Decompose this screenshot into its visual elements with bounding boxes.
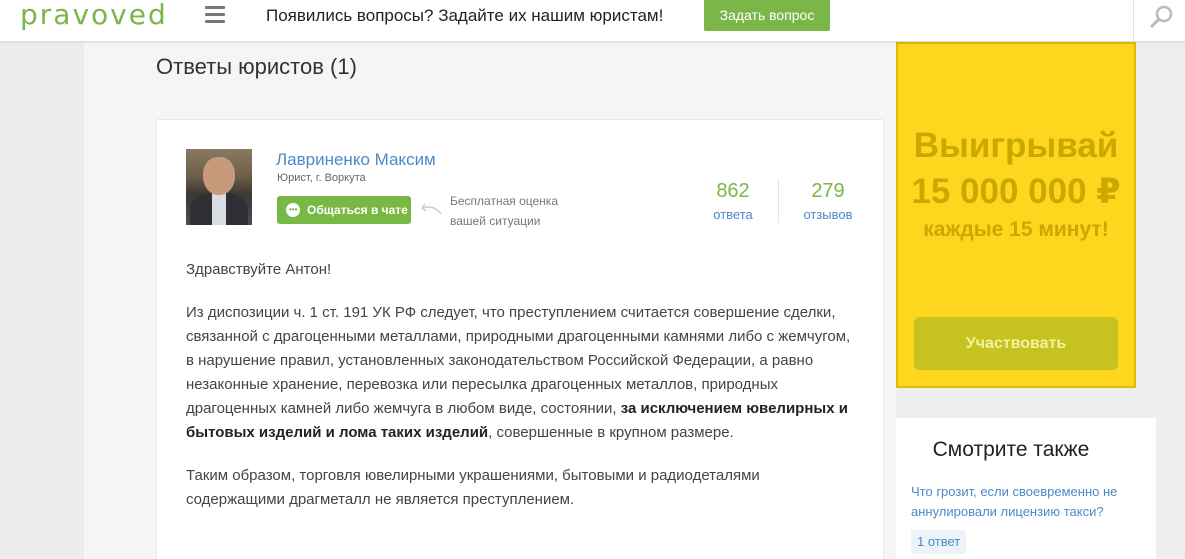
stat-answers[interactable]: 862 ответа bbox=[693, 180, 773, 222]
stat-answers-value: 862 bbox=[716, 180, 750, 202]
answer-greeting: Здравствуйте Антон! bbox=[186, 261, 332, 278]
right-gutter bbox=[1156, 42, 1185, 559]
lawyer-role: Юрист, г. Воркута bbox=[277, 172, 366, 184]
free-evaluation-note: Бесплатная оценка вашей ситуации bbox=[450, 191, 580, 231]
stat-reviews[interactable]: 279 отзывов bbox=[788, 180, 868, 222]
see-also-link[interactable]: Что грозит, если своевременно не аннулир… bbox=[911, 482, 1141, 522]
chat-button[interactable]: ••• Общаться в чате bbox=[277, 196, 411, 224]
free-eval-line2: вашей ситуации bbox=[450, 214, 541, 228]
answer-text: Здравствуйте Антон! Из диспозиции ч. 1 с… bbox=[186, 258, 856, 531]
answer-text-part: , совершенные в крупном размере. bbox=[488, 424, 734, 441]
page-title: Ответы юристов (1) bbox=[156, 54, 357, 79]
participate-button[interactable]: Участвовать bbox=[914, 317, 1118, 370]
chat-button-label: Общаться в чате bbox=[307, 203, 408, 217]
free-eval-line1: Бесплатная оценка bbox=[450, 194, 558, 208]
avatar[interactable] bbox=[186, 149, 252, 225]
ask-question-button[interactable]: Задать вопрос bbox=[704, 0, 830, 31]
ad-title: Выигрывай bbox=[913, 126, 1119, 165]
ad-banner[interactable]: Выигрывай 15 000 000 ₽ каждые 15 минут! … bbox=[896, 42, 1136, 388]
stat-reviews-label[interactable]: отзывов bbox=[788, 207, 868, 222]
left-gutter bbox=[0, 42, 84, 559]
ad-prize: 15 000 000 ₽ bbox=[911, 172, 1121, 211]
logo[interactable]: pravoved bbox=[20, 0, 168, 31]
see-also-title: Смотрите также bbox=[932, 438, 1090, 461]
answer-conclusion: Таким образом, торговля ювелирными украш… bbox=[186, 467, 760, 508]
stat-answers-label[interactable]: ответа bbox=[693, 207, 773, 222]
stat-reviews-value: 279 bbox=[811, 180, 845, 202]
answer-count-badge[interactable]: 1 ответ bbox=[911, 530, 967, 554]
header-divider bbox=[1133, 0, 1134, 42]
search-icon[interactable] bbox=[1149, 4, 1175, 30]
lawyer-name-link[interactable]: Лавриненко Максим bbox=[276, 150, 436, 170]
stat-divider bbox=[778, 179, 779, 223]
chat-bubble-icon: ••• bbox=[286, 203, 300, 217]
curved-arrow-icon bbox=[420, 203, 442, 215]
answer-card: Лавриненко Максим Юрист, г. Воркута ••• … bbox=[156, 119, 884, 559]
header-question-text: Появились вопросы? Задайте их нашим юрис… bbox=[266, 6, 664, 25]
see-also-panel: Смотрите также Что грозит, если своеврем… bbox=[896, 418, 1156, 559]
menu-icon[interactable] bbox=[205, 6, 225, 26]
ad-subtitle: каждые 15 минут! bbox=[923, 218, 1109, 241]
answer-paragraph: Из диспозиции ч. 1 ст. 191 УК РФ следует… bbox=[186, 301, 856, 445]
site-header: pravoved Появились вопросы? Задайте их н… bbox=[0, 0, 1185, 42]
